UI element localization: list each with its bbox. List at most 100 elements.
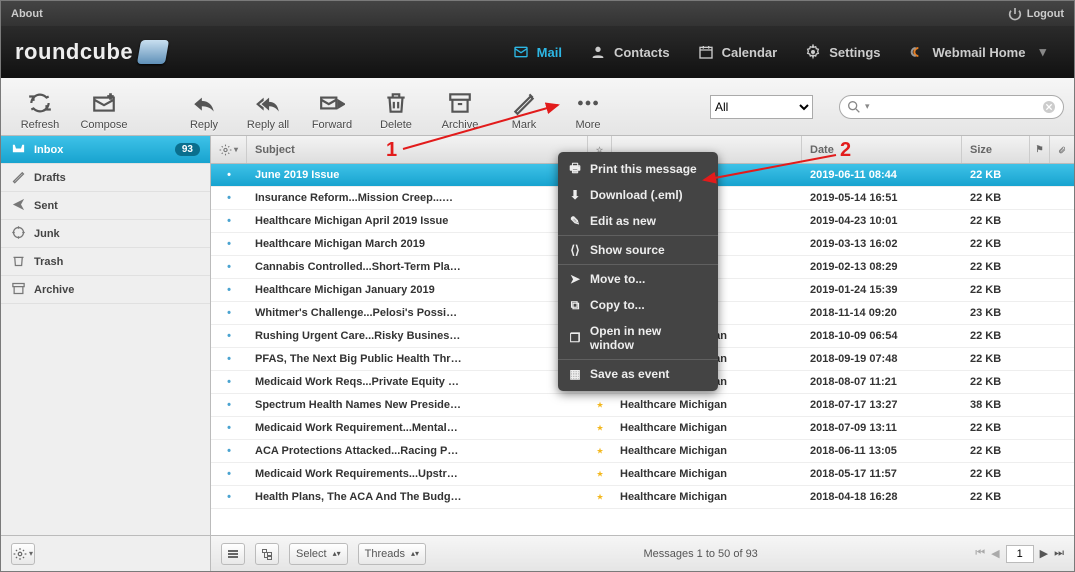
sidebar-settings-button[interactable]: ▾ <box>11 543 35 565</box>
select-menu[interactable]: Select▴▾ <box>289 543 348 565</box>
filter-select[interactable]: All <box>710 95 813 119</box>
col-attachment[interactable] <box>1050 136 1074 163</box>
menu-move-to[interactable]: ➤Move to... <box>558 266 718 292</box>
brand-logo: roundcube <box>15 39 167 65</box>
refresh-button[interactable]: Refresh <box>11 83 69 131</box>
star-icon[interactable] <box>588 421 612 435</box>
more-button[interactable]: More <box>559 83 617 131</box>
msg-date: 2018-09-19 07:48 <box>802 353 962 365</box>
message-row[interactable]: • Medicaid Work Requirement...Mental… He… <box>211 417 1074 440</box>
search-icon <box>846 99 862 115</box>
folder-trash[interactable]: Trash <box>1 248 210 276</box>
list-options-icon[interactable] <box>219 143 232 157</box>
archive-icon <box>447 90 473 116</box>
msg-date: 2019-01-24 15:39 <box>802 284 962 296</box>
msg-date: 2019-04-23 10:01 <box>802 215 962 227</box>
message-count: Messages 1 to 50 of 93 <box>643 548 757 560</box>
calendar-icon <box>698 44 714 60</box>
clear-search-icon[interactable] <box>1041 99 1057 115</box>
msg-date: 2018-05-17 11:57 <box>802 468 962 480</box>
menu-save-event[interactable]: ▦Save as event <box>558 361 718 387</box>
menu-download-eml[interactable]: ⬇Download (.eml) <box>558 182 718 208</box>
compose-button[interactable]: Compose <box>75 83 133 131</box>
pager-next[interactable]: ▶ <box>1040 547 1048 560</box>
msg-subject: Health Plans, The ACA And The Budg… <box>247 491 588 503</box>
msg-date: 2018-07-17 13:27 <box>802 399 962 411</box>
msg-date: 2018-04-18 16:28 <box>802 491 962 503</box>
menu-open-new-window[interactable]: ❐Open in new window <box>558 318 718 358</box>
forward-button[interactable]: Forward <box>303 83 361 131</box>
menu-print[interactable]: 🖶Print this message <box>558 156 718 182</box>
star-icon[interactable] <box>588 490 612 504</box>
pager-first[interactable]: ⏮ <box>975 547 985 560</box>
msg-size: 22 KB <box>962 215 1030 227</box>
reply-all-button[interactable]: Reply all <box>239 83 297 131</box>
col-flag[interactable]: ⚑ <box>1030 136 1050 163</box>
junk-icon <box>11 225 26 243</box>
star-icon[interactable] <box>588 467 612 481</box>
star-icon[interactable] <box>588 444 612 458</box>
nav-contacts[interactable]: Contacts <box>576 26 684 78</box>
delete-button[interactable]: Delete <box>367 83 425 131</box>
thread-view-button[interactable] <box>255 543 279 565</box>
search-box[interactable]: ▾ <box>839 95 1064 119</box>
msg-from: Healthcare Michigan <box>612 445 802 457</box>
message-row[interactable]: • ACA Protections Attacked...Racing P… H… <box>211 440 1074 463</box>
msg-subject: Rushing Urgent Care...Risky Busines… <box>247 330 588 342</box>
list-view-button[interactable] <box>221 543 245 565</box>
msg-size: 22 KB <box>962 468 1030 480</box>
cube-icon <box>137 40 169 64</box>
msg-from: Healthcare Michigan <box>612 491 802 503</box>
folder-junk[interactable]: Junk <box>1 220 210 248</box>
reply-icon <box>191 90 217 116</box>
message-row[interactable]: • Medicaid Work Requirements...Upstr… He… <box>211 463 1074 486</box>
contact-icon <box>590 44 606 60</box>
nav-webmail-home[interactable]: Webmail Home ▾ <box>895 26 1060 78</box>
message-row[interactable]: • Health Plans, The ACA And The Budg… He… <box>211 486 1074 509</box>
logout-link[interactable]: Logout <box>1007 6 1064 22</box>
msg-date: 2018-10-09 06:54 <box>802 330 962 342</box>
reply-button[interactable]: Reply <box>175 83 233 131</box>
msg-from: Healthcare Michigan <box>612 468 802 480</box>
msg-subject: Medicaid Work Requirements...Upstr… <box>247 468 588 480</box>
col-subject[interactable]: Subject <box>247 136 588 163</box>
msg-subject: June 2019 Issue <box>247 169 588 181</box>
mark-button[interactable]: Mark <box>495 83 553 131</box>
col-size[interactable]: Size <box>962 136 1030 163</box>
archive-button[interactable]: Archive <box>431 83 489 131</box>
msg-size: 22 KB <box>962 376 1030 388</box>
nav-calendar[interactable]: Calendar <box>684 26 792 78</box>
about-link[interactable]: About <box>11 8 43 20</box>
msg-date: 2018-07-09 13:11 <box>802 422 962 434</box>
msg-date: 2019-06-11 08:44 <box>802 169 962 181</box>
menu-copy-to[interactable]: ⧉Copy to... <box>558 292 718 318</box>
msg-subject: Cannabis Controlled...Short-Term Pla… <box>247 261 588 273</box>
pager-last[interactable]: ⏭ <box>1054 547 1064 560</box>
menu-show-source[interactable]: ⟨⟩Show source <box>558 237 718 263</box>
folder-archive[interactable]: Archive <box>1 276 210 304</box>
folder-sent[interactable]: Sent <box>1 192 210 220</box>
folder-drafts[interactable]: Drafts <box>1 164 210 192</box>
forward-icon <box>319 90 345 116</box>
msg-size: 38 KB <box>962 399 1030 411</box>
message-row[interactable]: • Spectrum Health Names New Preside… Hea… <box>211 394 1074 417</box>
trash-icon <box>383 90 409 116</box>
msg-size: 22 KB <box>962 238 1030 250</box>
msg-subject: PFAS, The Next Big Public Health Thr… <box>247 353 588 365</box>
folder-inbox[interactable]: Inbox93 <box>1 136 210 164</box>
star-icon[interactable] <box>588 398 612 412</box>
col-date[interactable]: Date <box>802 136 962 163</box>
nav-settings[interactable]: Settings <box>791 26 894 78</box>
pager-prev[interactable]: ◀ <box>991 547 999 560</box>
pager-input[interactable] <box>1006 545 1034 563</box>
mail-icon <box>513 44 529 60</box>
refresh-icon <box>27 90 53 116</box>
cp-icon <box>909 44 925 60</box>
msg-subject: Healthcare Michigan March 2019 <box>247 238 588 250</box>
menu-edit-as-new[interactable]: ✎Edit as new <box>558 208 718 234</box>
nav-mail[interactable]: Mail <box>499 26 576 78</box>
more-context-menu: 🖶Print this message ⬇Download (.eml) ✎Ed… <box>558 152 718 391</box>
threads-menu[interactable]: Threads▴▾ <box>358 543 426 565</box>
msg-from: Healthcare Michigan <box>612 422 802 434</box>
search-input[interactable] <box>873 100 1041 114</box>
